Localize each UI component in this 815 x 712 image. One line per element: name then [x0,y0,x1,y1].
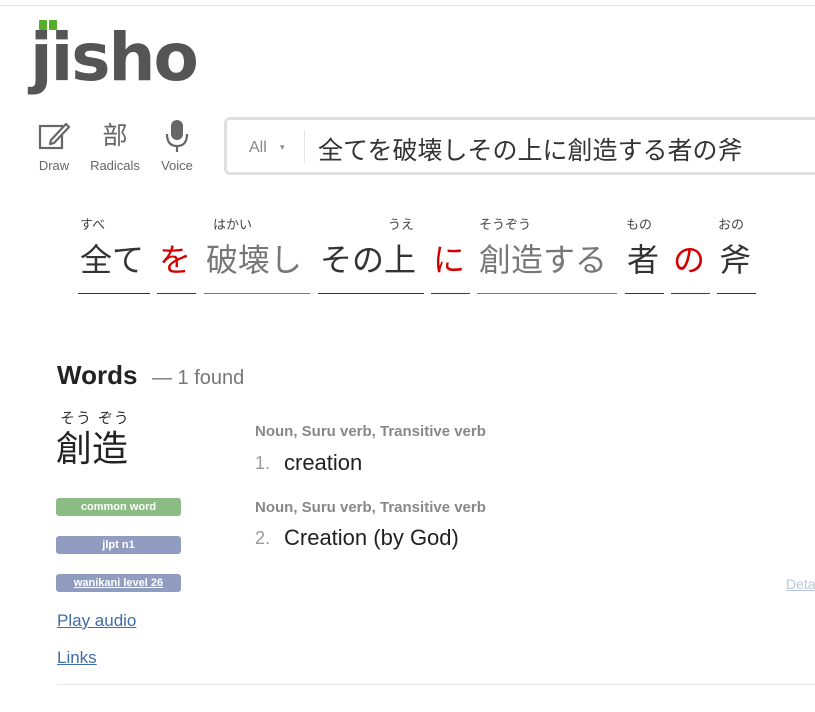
top-divider [0,5,815,6]
furigana: おの [718,218,745,233]
voice-label: Voice [161,158,193,173]
draw-button[interactable]: Draw [24,118,84,173]
sentence-particle[interactable]: の [671,218,710,294]
segment-text: 者 [627,241,660,279]
sentence-segment[interactable]: そうぞう 創造する [477,218,617,294]
sentence-segment[interactable]: うえ その上 [318,218,424,294]
sense-tags: Noun, Suru verb, Transitive verb [255,499,486,516]
segment-text: 破壊し [206,241,303,279]
segment-text: の [673,241,706,279]
sense-tags: Noun, Suru verb, Transitive verb [255,423,486,440]
jlpt-badge: jlpt n1 [56,536,181,554]
chevron-down-icon: ▾ [280,143,285,153]
details-link[interactable]: Details ▸ [786,576,815,593]
play-audio-link[interactable]: Play audio [57,611,136,631]
words-heading: Words [57,360,138,390]
furigana: すべ [80,218,106,233]
common-word-badge: common word [56,498,181,516]
voice-button[interactable]: Voice [147,118,207,173]
entry-furigana: そう ぞう [60,409,130,427]
furigana: うえ [388,218,415,233]
search-input[interactable]: 全てを破壊しその上に創造する者の斧 [318,131,743,167]
draw-label: Draw [38,158,70,173]
search-bar: All ▾ 全てを破壊しその上に創造する者の斧 [224,117,815,175]
wanikani-badge[interactable]: wanikani level 26 [56,574,181,592]
sentence-segment[interactable]: おの 斧 [717,218,756,294]
segment-text: 斧 [719,241,752,279]
entry-divider [57,684,815,685]
microphone-icon [147,118,207,154]
sentence-segment[interactable]: はかい 破壊し [204,218,310,294]
segment-text: 全て [80,241,145,279]
search-scope-select[interactable]: All [249,139,267,157]
sentence-particle[interactable]: を [157,218,196,294]
sentence-segment[interactable]: もの 者 [625,218,664,294]
sense-number: 1. [255,453,271,473]
furigana: もの [626,218,653,233]
sentence-particle[interactable]: に [431,218,470,294]
logo-text: jisho [30,19,199,96]
radicals-button[interactable]: 部 Radicals [85,118,145,173]
sense-meaning: creation [284,450,363,475]
sentence-breakdown: すべ 全て を はかい 破壊し うえ その上 に そうぞう 創造する もの 者 … [0,218,815,298]
search-divider [304,130,305,163]
entry-word: 創造 [56,429,129,470]
radicals-label: Radicals [90,158,140,173]
furigana: そうぞう [479,218,532,233]
jisho-logo[interactable]: jisho [30,14,200,102]
pencil-icon [24,118,84,154]
links-link[interactable]: Links [57,648,97,668]
sense-meaning: Creation (by God) [284,525,459,550]
furigana: はかい [213,218,253,233]
radicals-icon: 部 [85,118,145,154]
segment-text: に [433,241,466,279]
segment-text: を [159,241,192,279]
segment-text: 創造する [479,241,608,279]
radicals-glyph: 部 [102,121,128,150]
sense-number: 2. [255,528,271,548]
sentence-segment[interactable]: すべ 全て [78,218,150,294]
segment-text: その上 [320,241,417,279]
words-result-count: — 1 found [152,367,245,389]
